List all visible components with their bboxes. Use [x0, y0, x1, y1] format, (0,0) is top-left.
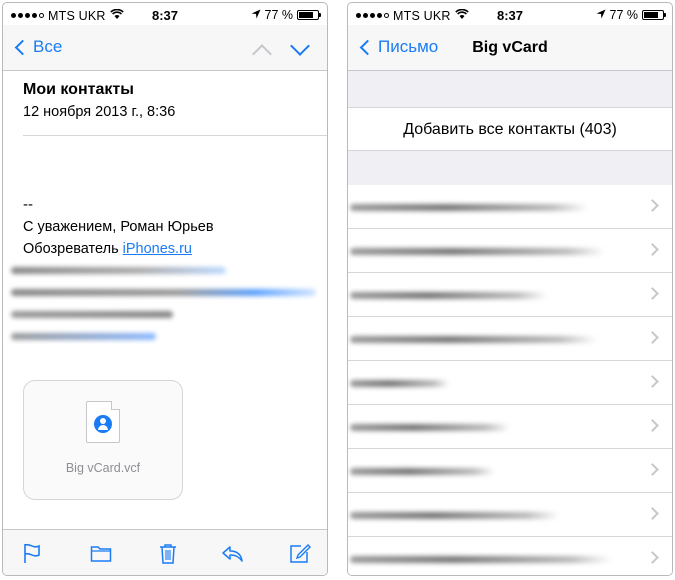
chevron-right-icon — [646, 419, 659, 432]
contact-row[interactable] — [348, 449, 672, 493]
battery-icon — [297, 10, 321, 20]
redacted-line — [11, 289, 316, 296]
contact-file-icon — [86, 401, 120, 443]
message-date: 12 ноября 2013 г., 8:36 — [23, 104, 176, 120]
redacted-contact-name — [350, 556, 611, 563]
chevron-left-icon — [14, 39, 31, 55]
chevron-right-icon — [646, 463, 659, 476]
group-spacer — [348, 71, 672, 107]
status-bar: MTS UKR 8:37 77 % — [348, 3, 672, 25]
header-divider — [23, 135, 327, 136]
redacted-contact-name — [350, 292, 547, 299]
contact-list — [348, 185, 672, 575]
redacted-contact-name — [350, 468, 495, 475]
back-button-all[interactable]: Все — [13, 37, 62, 57]
contact-row[interactable] — [348, 273, 672, 317]
redacted-contact-name — [350, 424, 510, 431]
contact-row[interactable] — [348, 405, 672, 449]
folder-icon[interactable] — [90, 542, 112, 564]
chevron-right-icon — [646, 199, 659, 212]
contact-row[interactable] — [348, 493, 672, 537]
contact-row[interactable] — [348, 185, 672, 229]
mail-toolbar — [3, 529, 327, 575]
add-all-contacts-button[interactable]: Добавить все контакты (403) — [348, 107, 672, 151]
redacted-contact-name — [350, 204, 588, 211]
signature-line: С уважением, Роман Юрьев — [23, 219, 214, 235]
redacted-line — [11, 311, 173, 318]
trash-icon[interactable] — [157, 542, 179, 564]
message-header: Мои контакты 12 ноября 2013 г., 8:36 — [3, 71, 327, 137]
mail-nav-bar: Все — [3, 25, 327, 71]
signature-link[interactable]: iPhones.ru — [123, 241, 192, 257]
group-spacer — [348, 151, 672, 185]
redacted-line — [11, 333, 156, 340]
location-icon — [251, 8, 261, 22]
redacted-contact-name — [350, 380, 449, 387]
vcard-attachment[interactable]: Big vCard.vcf — [23, 380, 183, 500]
status-bar: MTS UKR 8:37 77 % — [3, 3, 327, 25]
redacted-contact-name — [350, 336, 597, 343]
location-icon — [596, 8, 606, 22]
previous-message-icon[interactable] — [252, 44, 272, 64]
message-subject: Мои контакты — [23, 81, 134, 98]
chevron-right-icon — [646, 375, 659, 388]
flag-icon[interactable] — [21, 542, 43, 564]
chevron-right-icon — [646, 507, 659, 520]
contact-row[interactable] — [348, 361, 672, 405]
back-button-label: Все — [33, 37, 63, 56]
page-title: Big vCard — [472, 39, 548, 56]
signature-dashes: -- — [23, 196, 33, 213]
next-message-icon[interactable] — [290, 36, 310, 56]
contact-row[interactable] — [348, 537, 672, 575]
battery-icon — [642, 10, 666, 20]
contact-row[interactable] — [348, 229, 672, 273]
redacted-contact-name — [350, 512, 559, 519]
signature-prefix: Обозреватель — [23, 241, 123, 257]
chevron-right-icon — [646, 551, 659, 564]
redacted-contact-name — [350, 248, 605, 255]
chevron-right-icon — [646, 331, 659, 344]
vcard-nav-bar: Письмо Big vCard — [348, 25, 672, 71]
attachment-filename: Big vCard.vcf — [65, 461, 141, 475]
mail-screen: MTS UKR 8:37 77 % Все Мои контакты 12 но… — [2, 2, 328, 576]
signature-title: Обозреватель iPhones.ru — [23, 241, 192, 257]
redacted-line — [11, 267, 226, 274]
contact-row[interactable] — [348, 317, 672, 361]
battery-percent: 77 % — [609, 8, 639, 22]
compose-icon[interactable] — [289, 542, 311, 564]
battery-percent: 77 % — [264, 8, 294, 22]
vcard-screen: MTS UKR 8:37 77 % Письмо Big vCard Добав… — [347, 2, 673, 576]
chevron-right-icon — [646, 287, 659, 300]
chevron-right-icon — [646, 243, 659, 256]
reply-icon[interactable] — [221, 542, 243, 564]
